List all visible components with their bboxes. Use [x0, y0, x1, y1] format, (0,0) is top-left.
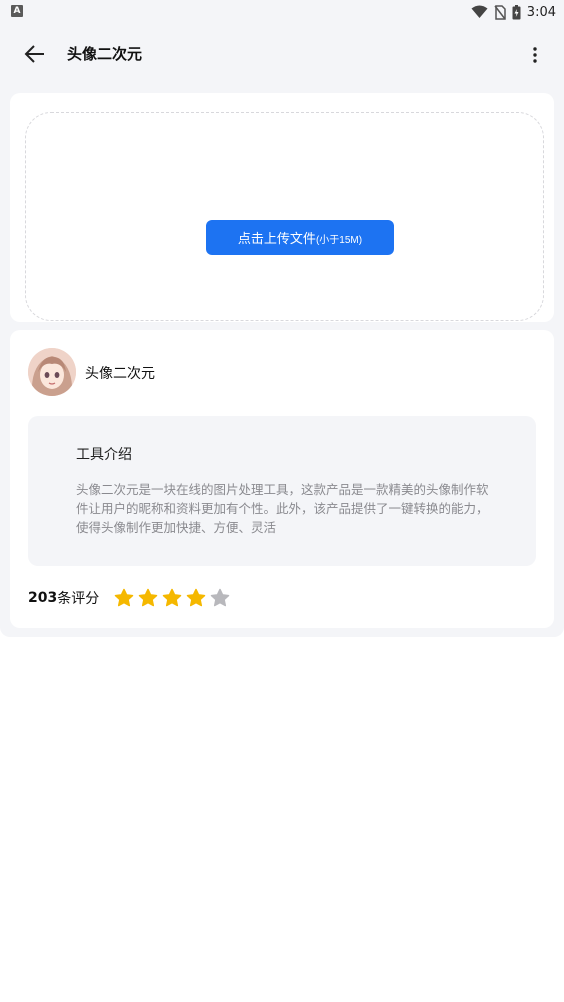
- status-time: 3:04: [526, 4, 556, 20]
- star-filled-icon: [162, 588, 182, 607]
- upload-card: 点击上传文件 (小于15M): [10, 93, 554, 322]
- tool-avatar: [28, 348, 76, 396]
- intro-text: 头像二次元是一块在线的图片处理工具，这款产品是一款精美的头像制作软件让用户的昵称…: [76, 482, 489, 535]
- more-vertical-icon: [533, 47, 537, 63]
- star-rating: [114, 588, 230, 608]
- battery-charging-icon: [512, 4, 521, 19]
- tool-info-card: 头像二次元 工具介绍 头像二次元是一块在线的图片处理工具，这款产品是一款精美的头…: [10, 330, 554, 628]
- star-filled-icon: [114, 588, 134, 607]
- anime-avatar-image: [28, 348, 76, 396]
- status-bar: A 3:04: [0, 0, 564, 24]
- upload-size-hint: (小于15M): [315, 234, 363, 246]
- star-empty-icon: [210, 588, 230, 607]
- app-notification-icon: A: [11, 5, 23, 17]
- app-bar: 头像二次元: [0, 24, 564, 84]
- tool-name: 头像二次元: [85, 366, 155, 382]
- rating-count: 203: [28, 590, 58, 606]
- upload-file-button[interactable]: 点击上传文件 (小于15M): [206, 220, 394, 255]
- page-title: 头像二次元: [67, 45, 143, 63]
- star-filled-icon: [186, 588, 206, 607]
- rating-label: 条评分: [57, 591, 100, 607]
- upload-dropzone[interactable]: 点击上传文件 (小于15M): [25, 112, 544, 321]
- back-button[interactable]: [20, 40, 50, 68]
- intro-box: 工具介绍 头像二次元是一块在线的图片处理工具，这款产品是一款精美的头像制作软件让…: [28, 416, 536, 566]
- more-options-button[interactable]: [530, 44, 540, 66]
- wifi-icon: [471, 5, 488, 18]
- no-sim-icon: [494, 4, 506, 20]
- intro-title: 工具介绍: [76, 447, 132, 463]
- arrow-left-icon: [24, 45, 44, 63]
- status-icons: 3:04: [471, 3, 556, 21]
- upload-button-label: 点击上传文件: [237, 231, 316, 246]
- rating-row: 203 条评分: [28, 588, 230, 608]
- star-filled-icon: [138, 588, 158, 607]
